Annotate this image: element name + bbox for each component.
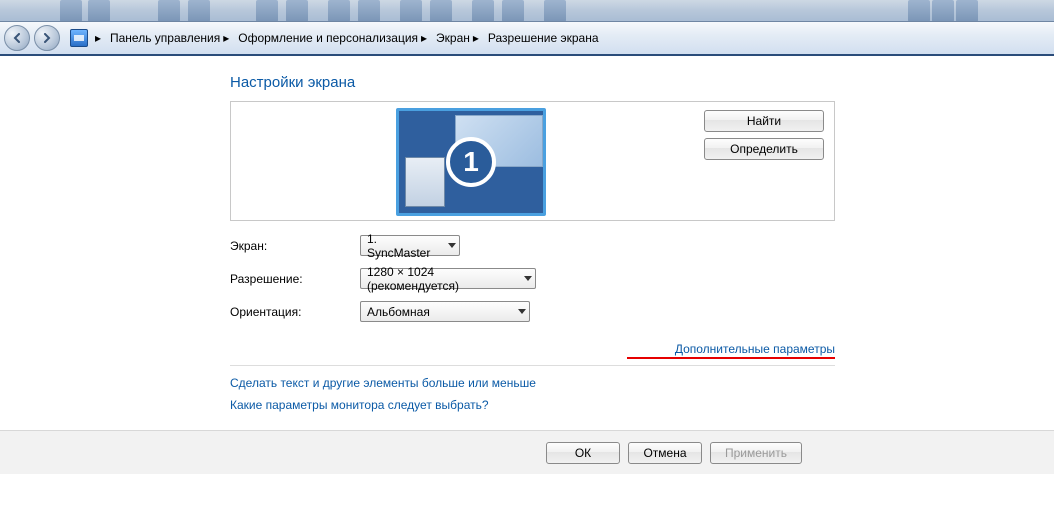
- content-area: Настройки экрана 1 Найти Определить Экра…: [0, 56, 1054, 412]
- breadcrumb-root-arrow[interactable]: ▸: [92, 29, 104, 47]
- breadcrumb-item-control-panel[interactable]: Панель управления ▸: [108, 29, 232, 47]
- monitor-thumb-window-icon: [405, 157, 445, 207]
- resolution-label: Разрешение:: [230, 272, 360, 286]
- field-row-screen: Экран: 1. SyncMaster: [230, 235, 835, 256]
- chevron-right-icon: ▸: [472, 31, 480, 45]
- find-button[interactable]: Найти: [704, 110, 824, 132]
- resolution-combo[interactable]: 1280 × 1024 (рекомендуется): [360, 268, 536, 289]
- breadcrumb-item-personalization[interactable]: Оформление и персонализация ▸: [236, 29, 430, 47]
- chevron-down-icon: [448, 243, 456, 249]
- resolution-combo-value: 1280 × 1024 (рекомендуется): [367, 265, 517, 293]
- breadcrumb-label: Оформление и персонализация: [238, 31, 418, 45]
- footer-button-bar: ОК Отмена Применить: [0, 430, 1054, 474]
- breadcrumb-label: Экран: [436, 31, 470, 45]
- chevron-right-icon: ▸: [420, 31, 428, 45]
- text-size-link[interactable]: Сделать текст и другие элементы больше и…: [230, 376, 1054, 390]
- page-title: Настройки экрана: [230, 74, 1054, 91]
- breadcrumb-item-resolution[interactable]: Разрешение экрана: [486, 29, 601, 47]
- ok-button[interactable]: ОК: [546, 442, 620, 464]
- screen-combo[interactable]: 1. SyncMaster: [360, 235, 460, 256]
- control-panel-icon: [70, 29, 88, 47]
- breadcrumb-label: Разрешение экрана: [488, 31, 599, 45]
- screen-combo-value: 1. SyncMaster: [367, 232, 441, 260]
- orientation-combo-value: Альбомная: [367, 305, 430, 319]
- screen-label: Экран:: [230, 239, 360, 253]
- forward-button[interactable]: [34, 25, 60, 51]
- orientation-label: Ориентация:: [230, 305, 360, 319]
- monitor-number-badge: 1: [446, 137, 496, 187]
- navigation-bar: ▸ Панель управления ▸ Оформление и персо…: [0, 22, 1054, 56]
- monitor-thumbnail[interactable]: 1: [396, 108, 546, 216]
- separator: [230, 365, 835, 366]
- breadcrumb-item-display[interactable]: Экран ▸: [434, 29, 482, 47]
- identify-button[interactable]: Определить: [704, 138, 824, 160]
- field-row-orientation: Ориентация: Альбомная: [230, 301, 835, 322]
- monitor-preview-box: 1 Найти Определить: [230, 101, 835, 221]
- breadcrumb: ▸ Панель управления ▸ Оформление и персо…: [64, 26, 607, 50]
- chevron-down-icon: [518, 309, 526, 315]
- annotation-underline: [627, 357, 835, 359]
- back-button[interactable]: [4, 25, 30, 51]
- apply-button[interactable]: Применить: [710, 442, 802, 464]
- chevron-right-icon: ▸: [222, 31, 230, 45]
- monitor-help-link[interactable]: Какие параметры монитора следует выбрать…: [230, 398, 1054, 412]
- orientation-combo[interactable]: Альбомная: [360, 301, 530, 322]
- cancel-button[interactable]: Отмена: [628, 442, 702, 464]
- breadcrumb-label: Панель управления: [110, 31, 220, 45]
- chevron-down-icon: [524, 276, 532, 282]
- advanced-settings-link[interactable]: Дополнительные параметры: [675, 342, 835, 356]
- field-row-resolution: Разрешение: 1280 × 1024 (рекомендуется): [230, 268, 835, 289]
- window-title-bar: [0, 0, 1054, 22]
